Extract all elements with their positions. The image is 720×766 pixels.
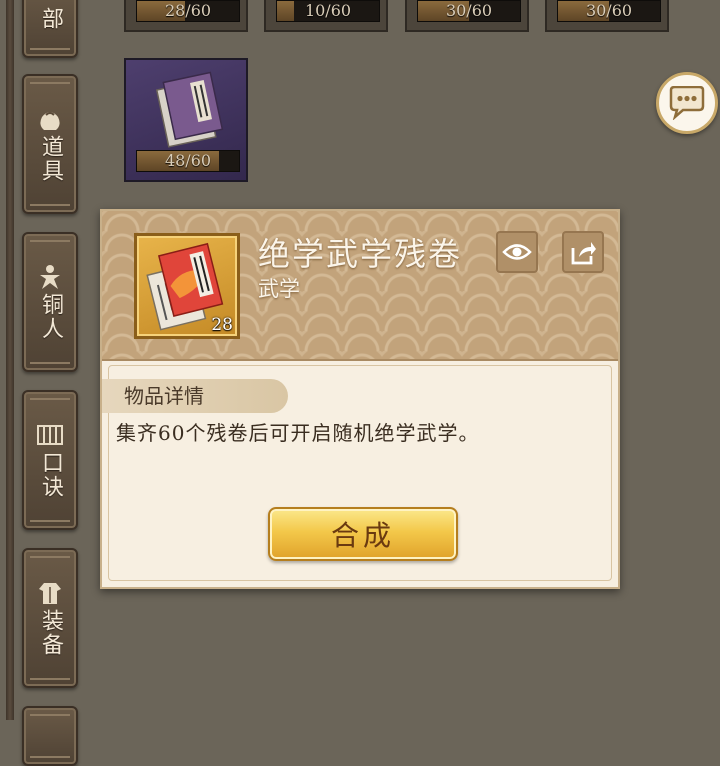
progress-text: 48/60: [164, 151, 212, 170]
item-description: 集齐60个残卷后可开启随机绝学武学。: [116, 421, 480, 445]
share-icon: [571, 242, 596, 265]
bag-icon: [40, 112, 60, 130]
tab-items[interactable]: 道具: [22, 74, 78, 214]
popup-body: 物品详情 集齐60个残卷后可开启随机绝学武学。 合成: [102, 361, 618, 587]
progress-text: 10/60: [304, 1, 352, 20]
tab-label: 口诀: [38, 451, 63, 499]
item-slot[interactable]: 48/60: [124, 58, 248, 182]
tab-more[interactable]: [22, 706, 78, 766]
item-name: 绝学武学残卷: [258, 235, 463, 273]
item-count: 28: [211, 315, 233, 335]
section-title: 物品详情: [124, 384, 204, 408]
tab-mantra[interactable]: 口诀: [22, 390, 78, 530]
bronze-figure-icon: [40, 265, 60, 289]
progress-bar: 30/60: [557, 0, 661, 22]
category-sidebar: 部 道具 铜人 口诀 装备: [0, 0, 100, 766]
chat-button[interactable]: [656, 72, 718, 134]
tab-label: 道具: [38, 135, 63, 183]
share-button[interactable]: [562, 231, 604, 273]
progress-bar: 28/60: [136, 0, 240, 22]
preview-button[interactable]: [496, 231, 538, 273]
item-slot[interactable]: 30/60: [545, 0, 669, 32]
chat-bubble-icon: [669, 86, 705, 120]
item-slot[interactable]: 10/60: [264, 0, 388, 32]
tab-equipment[interactable]: 装备: [22, 548, 78, 688]
scroll-fragment-icon: [155, 71, 224, 148]
item-slot[interactable]: 28/60: [124, 0, 248, 32]
armor-icon: [39, 583, 61, 604]
section-tag: 物品详情: [102, 379, 288, 413]
progress-text: 30/60: [445, 1, 493, 20]
eye-icon: [502, 244, 532, 260]
tab-label: 部: [38, 7, 63, 31]
item-icon: 28: [134, 233, 240, 339]
sidebar-rail: [6, 0, 14, 720]
compose-label: 合成: [330, 519, 395, 552]
popup-header: 28 绝学武学残卷 武学: [102, 211, 618, 361]
tab-first[interactable]: 部: [22, 0, 78, 58]
tab-label: 装备: [38, 609, 63, 657]
tab-label: 铜人: [38, 293, 63, 341]
item-slot[interactable]: 30/60: [405, 0, 529, 32]
bamboo-scroll-icon: [37, 425, 63, 445]
progress-bar: 48/60: [136, 150, 240, 172]
progress-text: 30/60: [585, 1, 633, 20]
tab-bronze-figure[interactable]: 铜人: [22, 232, 78, 372]
progress-bar: 10/60: [276, 0, 380, 22]
compose-button[interactable]: 合成: [268, 507, 458, 561]
item-detail-popup: 28 绝学武学残卷 武学 物品详情 集齐60个残卷后可开启随机绝学武学。 合成: [100, 209, 620, 589]
progress-bar: 30/60: [417, 0, 521, 22]
item-type: 武学: [258, 277, 300, 301]
progress-text: 28/60: [164, 1, 212, 20]
